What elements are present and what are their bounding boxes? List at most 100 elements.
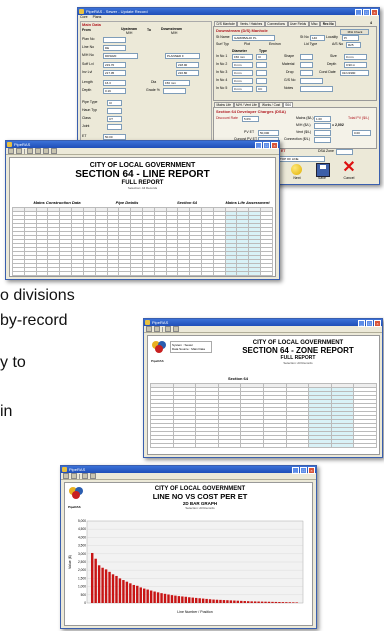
soff-lvl-field[interactable]: 219.70 bbox=[103, 62, 126, 68]
in-type-5[interactable]: CC bbox=[256, 86, 267, 92]
bar bbox=[240, 600, 243, 603]
dsa-zone-field[interactable] bbox=[336, 149, 353, 155]
graph-logo-text: PipeRAS bbox=[68, 505, 81, 509]
maximize-button[interactable]: □ bbox=[300, 467, 307, 474]
plan-no-field[interactable] bbox=[103, 37, 126, 43]
cancel-button[interactable]: ✕ bbox=[342, 160, 356, 176]
mh-cost-field[interactable] bbox=[314, 123, 331, 129]
next-page-icon[interactable] bbox=[89, 473, 96, 479]
material-select[interactable] bbox=[300, 62, 313, 68]
minimize-button[interactable]: _ bbox=[358, 320, 365, 327]
bar bbox=[188, 597, 191, 603]
bar bbox=[191, 597, 194, 603]
st-no-field[interactable]: 140 bbox=[310, 35, 325, 41]
zoom-icon[interactable] bbox=[63, 473, 69, 479]
street-field[interactable]: GARRIBALDI PL bbox=[232, 35, 275, 41]
size-label: Size bbox=[330, 54, 337, 58]
depth-ds-label: Depth bbox=[327, 62, 337, 66]
in-no-3-field[interactable]: 0 mm bbox=[232, 70, 253, 76]
cond-date-field[interactable]: 01/1/1990 bbox=[340, 70, 369, 76]
prev-page-icon[interactable] bbox=[34, 148, 41, 154]
pipe-type-select[interactable]: CI bbox=[107, 100, 122, 106]
down-inv-field[interactable]: 216.80 bbox=[176, 70, 199, 76]
zoom-icon[interactable] bbox=[8, 148, 14, 154]
vent-field[interactable] bbox=[314, 130, 331, 136]
bar bbox=[91, 552, 94, 603]
zoom-icon[interactable] bbox=[146, 326, 152, 332]
close-button[interactable]: × bbox=[308, 467, 315, 474]
plot-label: Plot bbox=[244, 42, 251, 46]
down-soff-field[interactable]: 218.90 bbox=[176, 62, 199, 68]
zone-report-window: PipeRAS _ □ × PipeRAS System : Sewer Data … bbox=[143, 318, 383, 458]
next-button[interactable] bbox=[291, 164, 302, 175]
grade-field[interactable] bbox=[163, 88, 186, 94]
total-pv-field[interactable]: 0.00 bbox=[352, 130, 371, 136]
connection-field[interactable] bbox=[314, 137, 331, 143]
drop-select[interactable] bbox=[300, 70, 313, 76]
bar bbox=[253, 601, 257, 603]
in-no-5-field[interactable]: 0 mm bbox=[232, 86, 253, 92]
inv-lvl-field[interactable]: 217.05 bbox=[103, 70, 126, 76]
line-no-field[interactable]: DE bbox=[103, 45, 126, 51]
notes2-field[interactable]: TOP OF LINE bbox=[278, 156, 325, 162]
maximize-button[interactable]: □ bbox=[363, 9, 370, 16]
gis-field[interactable] bbox=[300, 78, 323, 84]
joint-select[interactable] bbox=[107, 124, 122, 130]
maximize-button[interactable]: □ bbox=[366, 320, 373, 327]
close-button[interactable]: × bbox=[374, 320, 381, 327]
table-cell bbox=[130, 271, 143, 276]
haun-typ-select[interactable] bbox=[107, 108, 122, 114]
minimize-button[interactable]: _ bbox=[355, 9, 362, 16]
discount-field[interactable]: 5.0% bbox=[242, 116, 259, 122]
shape-select[interactable] bbox=[300, 54, 313, 60]
bar bbox=[229, 600, 233, 603]
next-page-icon[interactable] bbox=[172, 326, 179, 332]
in-type-2[interactable] bbox=[256, 62, 267, 68]
table-cell bbox=[106, 271, 120, 276]
print-icon[interactable] bbox=[16, 148, 22, 154]
ans-no-field[interactable]: R25 bbox=[346, 42, 361, 48]
first-page-icon[interactable] bbox=[81, 473, 88, 479]
bar bbox=[129, 583, 132, 603]
depth-field[interactable]: 0.19 bbox=[103, 88, 126, 94]
downstream-mh-field[interactable]: PLANNED F bbox=[165, 53, 200, 59]
minimize-button[interactable]: _ bbox=[292, 467, 299, 474]
environ-label: Environ bbox=[269, 42, 281, 46]
in-no-2-field[interactable]: 0 mm bbox=[232, 62, 253, 68]
in-type-1[interactable]: CI bbox=[256, 54, 267, 60]
size-field[interactable]: 0 mm bbox=[344, 54, 367, 60]
bar bbox=[295, 602, 298, 603]
last-page-icon[interactable] bbox=[50, 148, 57, 154]
bar bbox=[236, 600, 240, 603]
save-button[interactable] bbox=[316, 163, 330, 177]
bar bbox=[132, 584, 136, 603]
in-no-3-label: In No 3 bbox=[216, 70, 228, 74]
in-no-1-field[interactable]: 150 mm bbox=[232, 54, 253, 60]
close-button[interactable]: × bbox=[371, 9, 378, 16]
dia-field[interactable]: 150 mm bbox=[163, 80, 190, 86]
in-type-4[interactable] bbox=[256, 78, 267, 84]
close-button[interactable]: × bbox=[271, 142, 278, 149]
print-icon[interactable] bbox=[71, 473, 77, 479]
notes-field[interactable] bbox=[300, 86, 333, 92]
in-no-4-field[interactable]: 0 mm bbox=[232, 78, 253, 84]
ans-no-label: A/S No bbox=[332, 42, 344, 46]
print-icon[interactable] bbox=[154, 326, 160, 332]
depth-ds-field[interactable]: 0.90 m bbox=[344, 62, 367, 68]
class-select[interactable]: CT bbox=[107, 116, 122, 122]
next-page-icon[interactable] bbox=[42, 148, 49, 154]
in-type-3[interactable] bbox=[256, 70, 267, 76]
menu-plans[interactable]: Plans bbox=[93, 15, 102, 19]
maximize-button[interactable]: □ bbox=[263, 142, 270, 149]
type-label: Type bbox=[259, 49, 267, 53]
menu-core[interactable]: Core bbox=[80, 15, 88, 19]
first-page-icon[interactable] bbox=[26, 148, 33, 154]
first-page-icon[interactable] bbox=[164, 326, 171, 332]
pv-et-field[interactable]: 50,000 bbox=[258, 130, 279, 136]
length-field[interactable]: 16.3 bbox=[103, 80, 126, 86]
mains-field[interactable]: 1.00 bbox=[314, 116, 331, 122]
mh-no-field[interactable]: DDS020 bbox=[103, 53, 138, 59]
s64-title: Section 64 Developer Charges (DSA) bbox=[216, 109, 286, 114]
locality-field[interactable]: PI bbox=[342, 35, 359, 41]
minimize-button[interactable]: _ bbox=[255, 142, 262, 149]
